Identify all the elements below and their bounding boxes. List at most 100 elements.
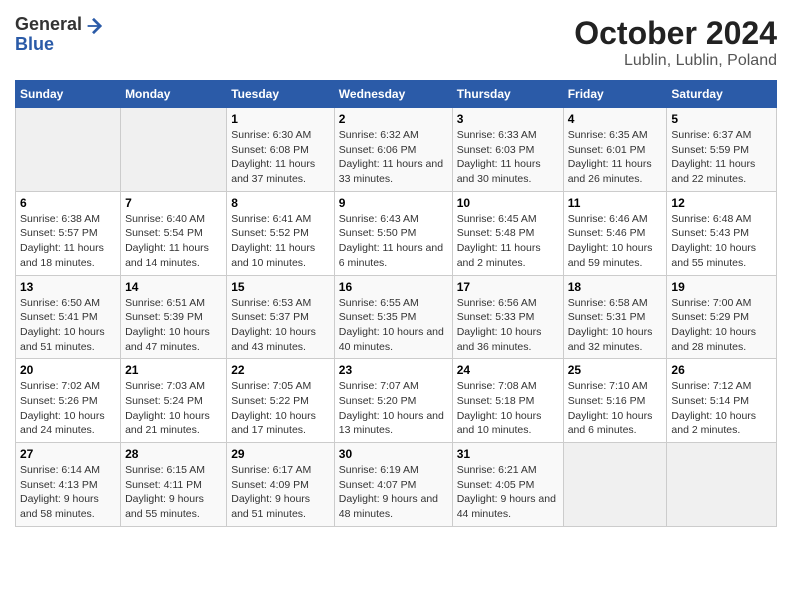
day-number: 14 [125,280,222,294]
day-detail: Sunrise: 7:10 AMSunset: 5:16 PMDaylight:… [568,380,653,436]
calendar-cell: 27 Sunrise: 6:14 AMSunset: 4:13 PMDayligh… [16,443,121,527]
header-cell-wednesday: Wednesday [334,81,452,108]
calendar-cell: 29Sunrise: 6:17 AMSunset: 4:09 PMDayligh… [227,443,335,527]
calendar-body: 1 Sunrise: 6:30 AMSunset: 6:08 PMDaylight… [16,108,777,527]
day-number: 17 [457,280,559,294]
day-detail: Sunrise: 7:08 AMSunset: 5:18 PMDaylight:… [457,380,542,436]
header-cell-saturday: Saturday [667,81,777,108]
calendar-week-4: 27 Sunrise: 6:14 AMSunset: 4:13 PMDayligh… [16,443,777,527]
calendar-cell: 16 Sunrise: 6:55 AMSunset: 5:35 PMDayligh… [334,275,452,359]
day-number: 21 [125,363,222,377]
day-number: 6 [20,196,116,210]
day-number: 31 [457,447,559,461]
calendar-week-1: 6 Sunrise: 6:38 AMSunset: 5:57 PMDaylight… [16,191,777,275]
logo-icon [84,17,102,35]
day-number: 1 [231,112,330,126]
calendar-cell [121,108,227,192]
day-detail: Sunrise: 6:38 AMSunset: 5:57 PMDaylight:… [20,213,104,269]
day-detail: Sunrise: 6:45 AMSunset: 5:48 PMDaylight:… [457,213,541,269]
calendar-cell: 31Sunrise: 6:21 AMSunset: 4:05 PMDayligh… [452,443,563,527]
day-detail: Sunrise: 6:41 AMSunset: 5:52 PMDaylight:… [231,213,315,269]
header-cell-friday: Friday [563,81,667,108]
day-detail: Sunrise: 6:33 AMSunset: 6:03 PMDaylight:… [457,129,541,185]
calendar-cell: 23Sunrise: 7:07 AMSunset: 5:20 PMDayligh… [334,359,452,443]
day-detail: Sunrise: 7:05 AMSunset: 5:22 PMDaylight:… [231,380,316,436]
calendar-cell: 1 Sunrise: 6:30 AMSunset: 6:08 PMDaylight… [227,108,335,192]
day-detail: Sunrise: 6:15 AMSunset: 4:11 PMDaylight:… [125,464,205,520]
page-subtitle: Lublin, Lublin, Poland [574,52,777,70]
day-detail: Sunrise: 6:32 AMSunset: 6:06 PMDaylight:… [339,129,443,185]
day-number: 25 [568,363,663,377]
day-number: 27 [20,447,116,461]
day-detail: Sunrise: 6:50 AMSunset: 5:41 PMDaylight:… [20,297,105,353]
day-number: 7 [125,196,222,210]
day-number: 12 [671,196,772,210]
calendar-cell [667,443,777,527]
page-title: October 2024 [574,15,777,52]
header-cell-monday: Monday [121,81,227,108]
day-number: 30 [339,447,448,461]
title-block: October 2024 Lublin, Lublin, Poland [574,15,777,70]
calendar-cell: 19Sunrise: 7:00 AMSunset: 5:29 PMDayligh… [667,275,777,359]
day-detail: Sunrise: 6:43 AMSunset: 5:50 PMDaylight:… [339,213,443,269]
calendar-cell: 4Sunrise: 6:35 AMSunset: 6:01 PMDaylight… [563,108,667,192]
day-number: 23 [339,363,448,377]
day-number: 22 [231,363,330,377]
day-detail: Sunrise: 6:37 AMSunset: 5:59 PMDaylight:… [671,129,755,185]
day-detail: Sunrise: 7:03 AMSunset: 5:24 PMDaylight:… [125,380,210,436]
day-number: 13 [20,280,116,294]
calendar-header: SundayMondayTuesdayWednesdayThursdayFrid… [16,81,777,108]
day-number: 24 [457,363,559,377]
logo-blue: Blue [15,35,102,55]
calendar-cell: 5 Sunrise: 6:37 AMSunset: 5:59 PMDaylight… [667,108,777,192]
calendar-cell: 26 Sunrise: 7:12 AMSunset: 5:14 PMDayligh… [667,359,777,443]
day-detail: Sunrise: 7:00 AMSunset: 5:29 PMDaylight:… [671,297,756,353]
calendar-cell: 30 Sunrise: 6:19 AMSunset: 4:07 PMDayligh… [334,443,452,527]
calendar-week-0: 1 Sunrise: 6:30 AMSunset: 6:08 PMDaylight… [16,108,777,192]
calendar-week-3: 20 Sunrise: 7:02 AMSunset: 5:26 PMDayligh… [16,359,777,443]
calendar-cell: 8Sunrise: 6:41 AMSunset: 5:52 PMDaylight… [227,191,335,275]
day-detail: Sunrise: 6:17 AMSunset: 4:09 PMDaylight:… [231,464,311,520]
calendar-cell: 28 Sunrise: 6:15 AMSunset: 4:11 PMDayligh… [121,443,227,527]
day-number: 28 [125,447,222,461]
day-number: 2 [339,112,448,126]
day-detail: Sunrise: 6:19 AMSunset: 4:07 PMDaylight:… [339,464,438,520]
day-number: 20 [20,363,116,377]
day-number: 26 [671,363,772,377]
header-cell-thursday: Thursday [452,81,563,108]
calendar-cell: 11Sunrise: 6:46 AMSunset: 5:46 PMDayligh… [563,191,667,275]
day-number: 16 [339,280,448,294]
day-detail: Sunrise: 6:56 AMSunset: 5:33 PMDaylight:… [457,297,542,353]
header-cell-sunday: Sunday [16,81,121,108]
logo: General Blue [15,15,102,55]
day-detail: Sunrise: 6:46 AMSunset: 5:46 PMDaylight:… [568,213,653,269]
day-detail: Sunrise: 7:12 AMSunset: 5:14 PMDaylight:… [671,380,756,436]
logo-general: General [15,15,82,35]
day-number: 3 [457,112,559,126]
day-number: 18 [568,280,663,294]
day-detail: Sunrise: 6:55 AMSunset: 5:35 PMDaylight:… [339,297,444,353]
calendar-cell: 9 Sunrise: 6:43 AMSunset: 5:50 PMDaylight… [334,191,452,275]
day-detail: Sunrise: 6:35 AMSunset: 6:01 PMDaylight:… [568,129,652,185]
logo-text: General Blue [15,15,102,55]
calendar-cell: 14Sunrise: 6:51 AMSunset: 5:39 PMDayligh… [121,275,227,359]
day-number: 5 [671,112,772,126]
day-number: 10 [457,196,559,210]
calendar-week-2: 13 Sunrise: 6:50 AMSunset: 5:41 PMDayligh… [16,275,777,359]
day-detail: Sunrise: 6:48 AMSunset: 5:43 PMDaylight:… [671,213,756,269]
calendar-cell: 13 Sunrise: 6:50 AMSunset: 5:41 PMDayligh… [16,275,121,359]
day-detail: Sunrise: 6:58 AMSunset: 5:31 PMDaylight:… [568,297,653,353]
day-detail: Sunrise: 6:40 AMSunset: 5:54 PMDaylight:… [125,213,209,269]
calendar-cell: 7 Sunrise: 6:40 AMSunset: 5:54 PMDaylight… [121,191,227,275]
day-detail: Sunrise: 6:14 AMSunset: 4:13 PMDaylight:… [20,464,100,520]
calendar-cell: 6 Sunrise: 6:38 AMSunset: 5:57 PMDaylight… [16,191,121,275]
day-detail: Sunrise: 7:02 AMSunset: 5:26 PMDaylight:… [20,380,105,436]
calendar-cell: 3 Sunrise: 6:33 AMSunset: 6:03 PMDaylight… [452,108,563,192]
day-detail: Sunrise: 6:30 AMSunset: 6:08 PMDaylight:… [231,129,315,185]
header-row: SundayMondayTuesdayWednesdayThursdayFrid… [16,81,777,108]
day-number: 9 [339,196,448,210]
calendar-cell: 2 Sunrise: 6:32 AMSunset: 6:06 PMDaylight… [334,108,452,192]
day-number: 15 [231,280,330,294]
calendar-cell: 22 Sunrise: 7:05 AMSunset: 5:22 PMDayligh… [227,359,335,443]
calendar-table: SundayMondayTuesdayWednesdayThursdayFrid… [15,80,777,527]
